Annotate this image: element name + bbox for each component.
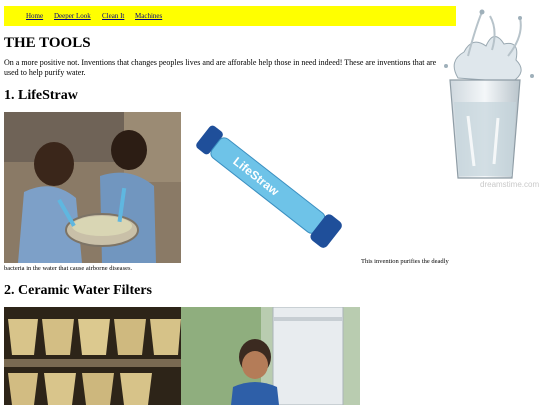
water-glass-image <box>444 9 534 179</box>
nav-link-clean-it[interactable]: Clean It <box>102 12 124 20</box>
children-using-lifestraw-photo <box>4 112 181 263</box>
nav-link-home[interactable]: Home <box>26 12 43 20</box>
page-title: THE TOOLS <box>4 35 91 51</box>
nav-link-deeper-look[interactable]: Deeper Look <box>54 12 91 20</box>
ceramic-pots-photo <box>4 307 181 405</box>
nav-bar: Home Deeper Look Clean It Machines <box>4 6 456 26</box>
lifestraw-product-image: LifeStraw <box>181 112 360 263</box>
child-with-filter-photo <box>181 307 360 405</box>
section-heading-ceramic-filters: 2. Ceramic Water Filters <box>4 283 152 298</box>
lifestraw-caption-left: bacteria in the water that cause airborn… <box>4 265 133 272</box>
nav-link-machines[interactable]: Machines <box>135 12 162 20</box>
watermark-text: dreamstime.com <box>480 180 540 189</box>
section-heading-lifestraw: 1. LifeStraw <box>4 88 78 103</box>
lifestraw-caption-right: This invention purifies the deadly <box>361 258 449 265</box>
intro-paragraph: On a more positive not. Inventions that … <box>4 58 437 77</box>
